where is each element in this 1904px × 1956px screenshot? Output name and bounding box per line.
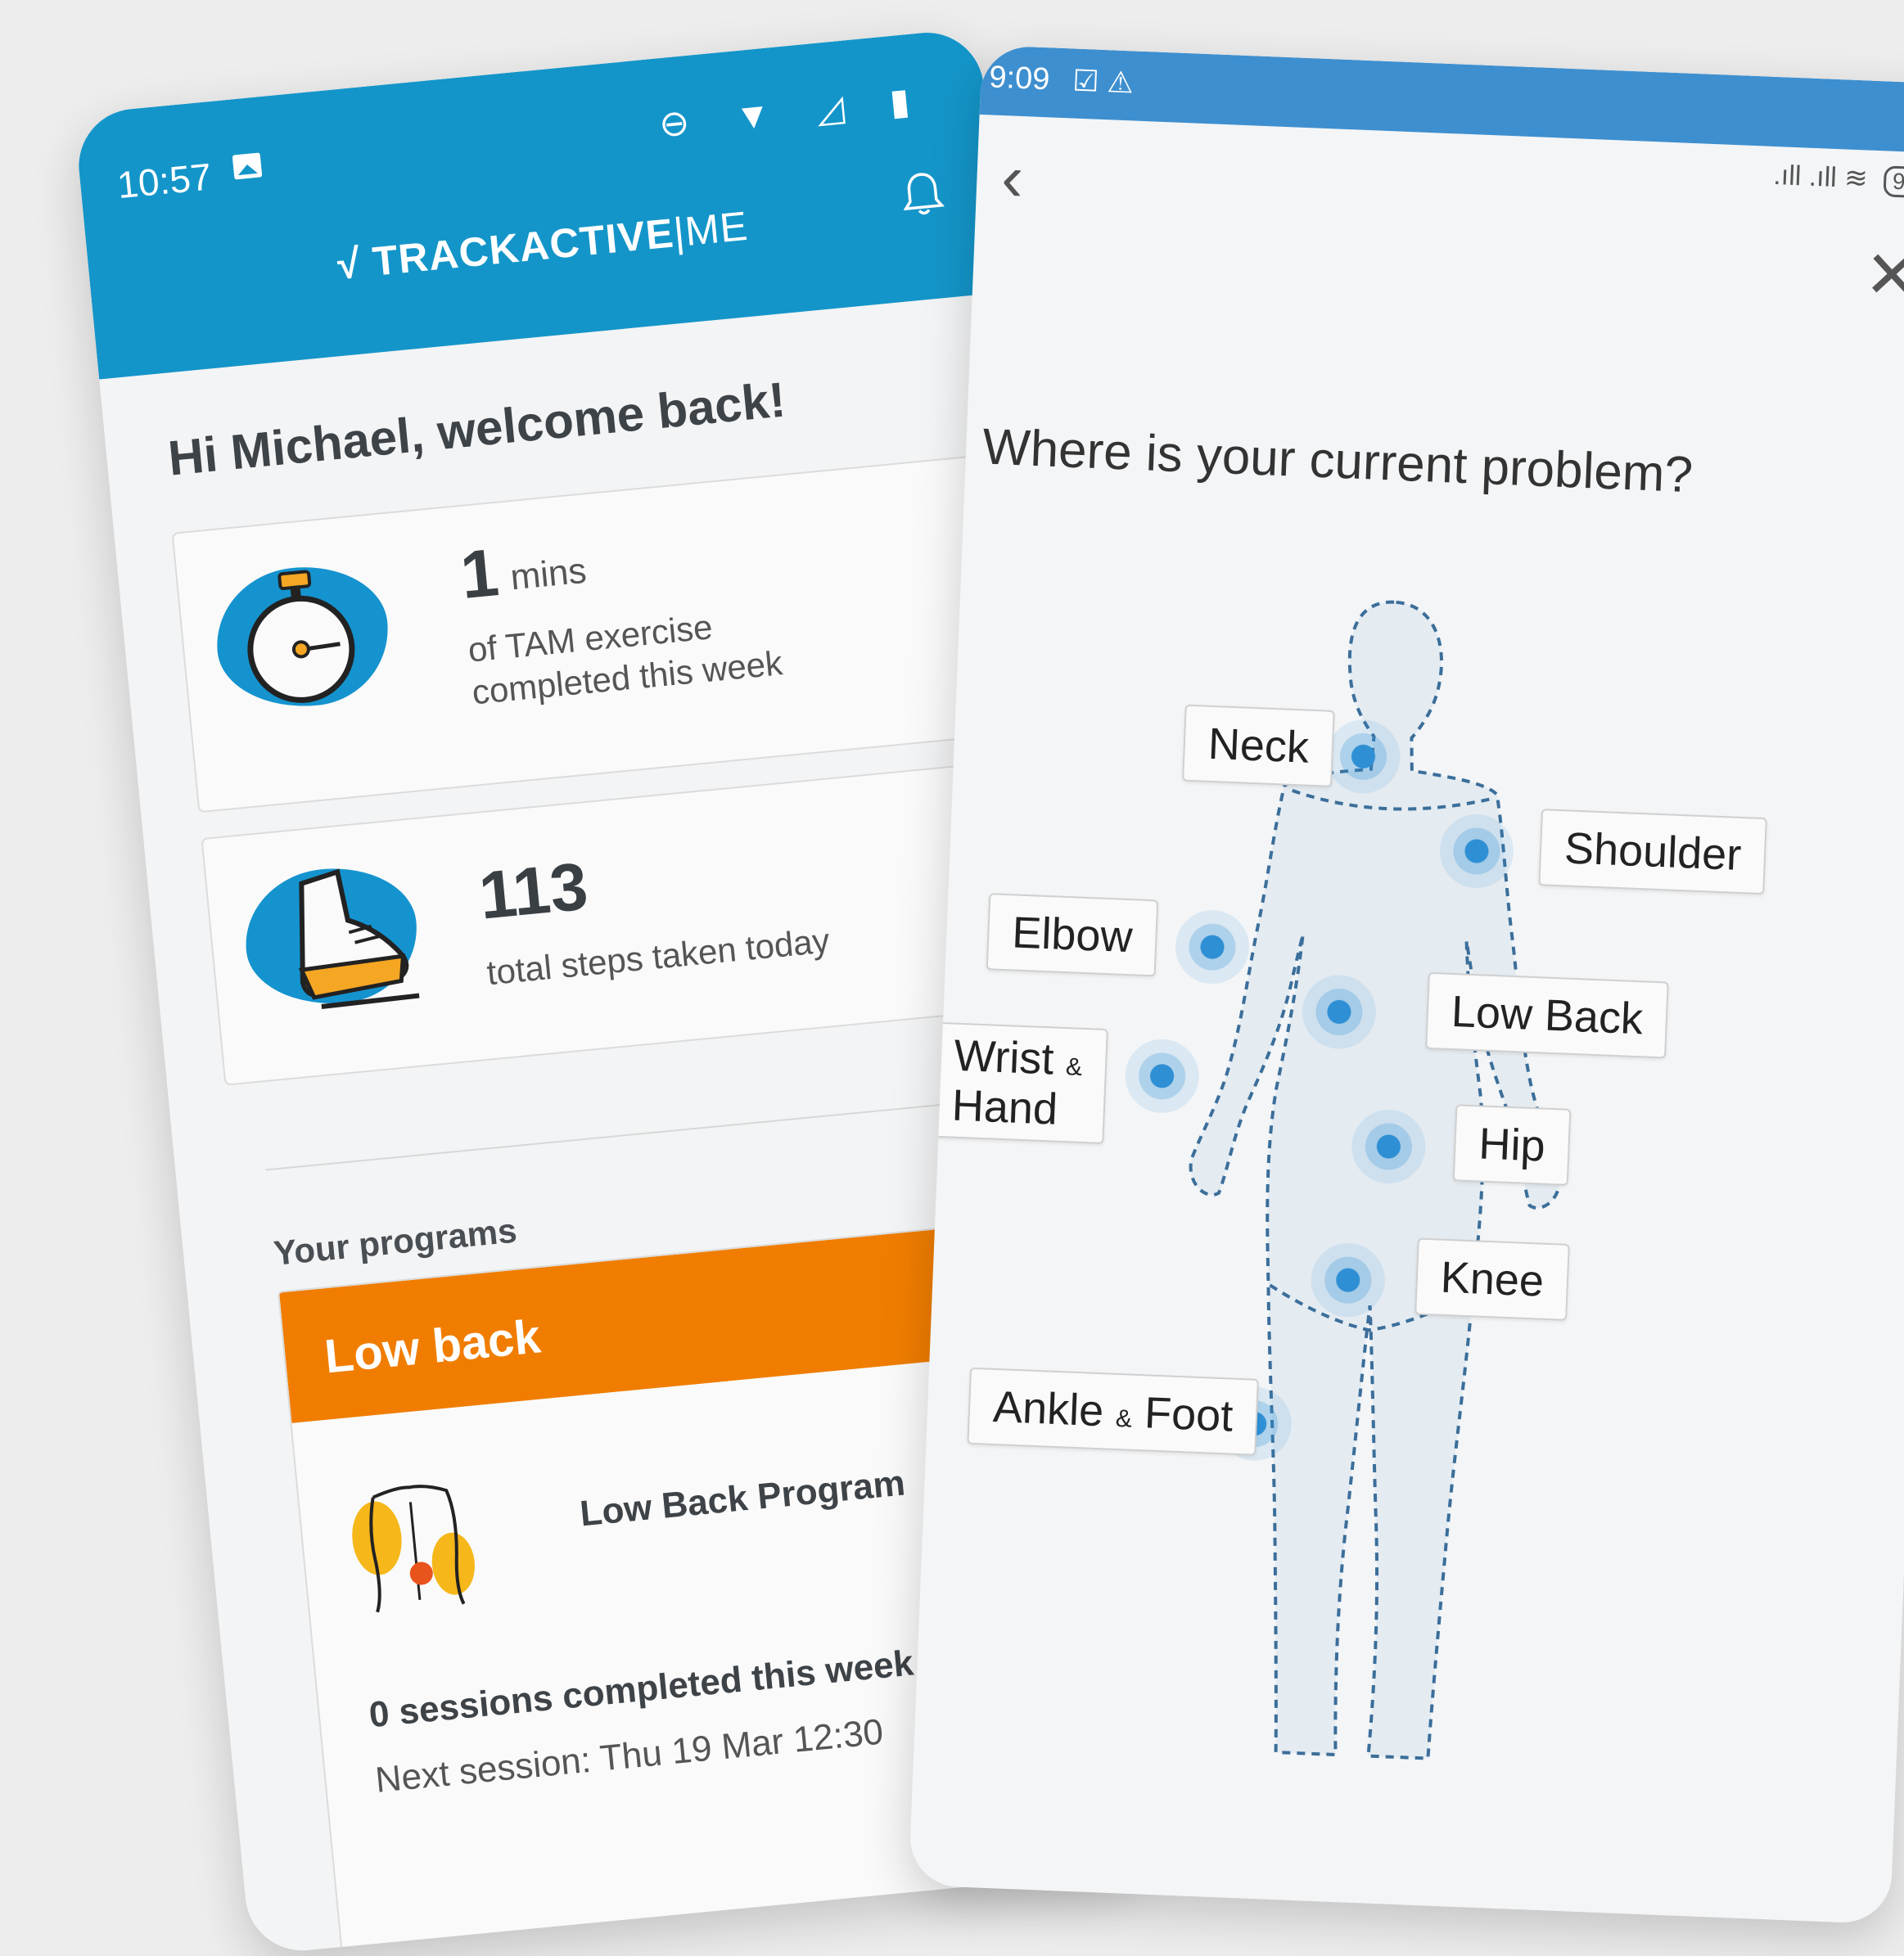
program-category-title: Low back [322,1309,544,1384]
status-icons: ⊖ ▼ ◿ ▮ [657,79,930,146]
status-time: 10:57 [115,155,214,207]
elbow-label[interactable]: Elbow [986,893,1159,977]
image-notification-icon [232,152,263,180]
neck-label[interactable]: Neck [1182,704,1335,787]
shoulder-label[interactable]: Shoulder [1538,809,1768,895]
status-time: 9:09 [988,60,1051,97]
wifi-icon: ≋ [1843,162,1869,195]
back-arrow-icon[interactable]: ‹ [1000,140,1025,216]
tam-exercise-card[interactable]: 1 mins of TAM exercise completed this we… [171,448,1082,813]
status-notification-icons: ☑ ⚠ [1072,63,1135,100]
bell-icon[interactable] [900,169,945,219]
ankle-label-text: Ankle [992,1381,1105,1436]
ankle-foot-label[interactable]: Ankle & Foot [967,1367,1260,1456]
close-icon[interactable]: ✕ [1863,237,1904,315]
logo-suffix: |ME [671,202,751,256]
ankle-amp: & [1115,1404,1133,1433]
question-heading: Where is your current problem? [981,418,1694,504]
app-logo: √ TRACKACTIVE|ME [88,178,997,313]
foot-label-text: Foot [1144,1388,1234,1441]
stopwatch-icon [247,570,355,703]
programs-section-label: Your programs [272,1210,519,1273]
tam-minutes-value: 1 [457,535,502,614]
app-header: 10:57 ⊖ ▼ ◿ ▮ √ TRACKACTIVE|ME [74,27,1004,380]
right-phone-screen: 9:09 ☑ ⚠ .ıll .ıll ≋ 90 ‹ ✕ Where is you… [908,45,1904,1925]
low-back-label[interactable]: Low Back [1425,971,1669,1059]
logo-main: √ TRACKACTIVE [335,210,676,288]
steps-description: total steps taken today [485,921,832,993]
hip-label[interactable]: Hip [1452,1104,1572,1186]
wrist-label-text: Wrist [953,1030,1055,1084]
program-name[interactable]: Low Back Program [578,1462,907,1535]
status-right-icons: .ıll .ıll ≋ 90 [1773,159,1904,199]
wrist-hand-label[interactable]: Wrist & Hand [926,1021,1108,1145]
tam-minutes-unit: mins [508,550,589,598]
knee-label[interactable]: Knee [1414,1237,1570,1321]
signal-icon: .ıll .ıll [1772,159,1838,194]
greeting-heading: Hi Michael, welcome back! [165,372,788,486]
steps-value: 113 [476,849,591,934]
status-bar: 9:09 ☑ ⚠ [979,45,1904,155]
wrist-amp: & [1065,1053,1083,1081]
battery-icon: 90 [1883,165,1904,199]
shoe-icon [298,868,420,1009]
hand-label-text: Hand [950,1080,1059,1134]
back-icon [352,1485,475,1613]
